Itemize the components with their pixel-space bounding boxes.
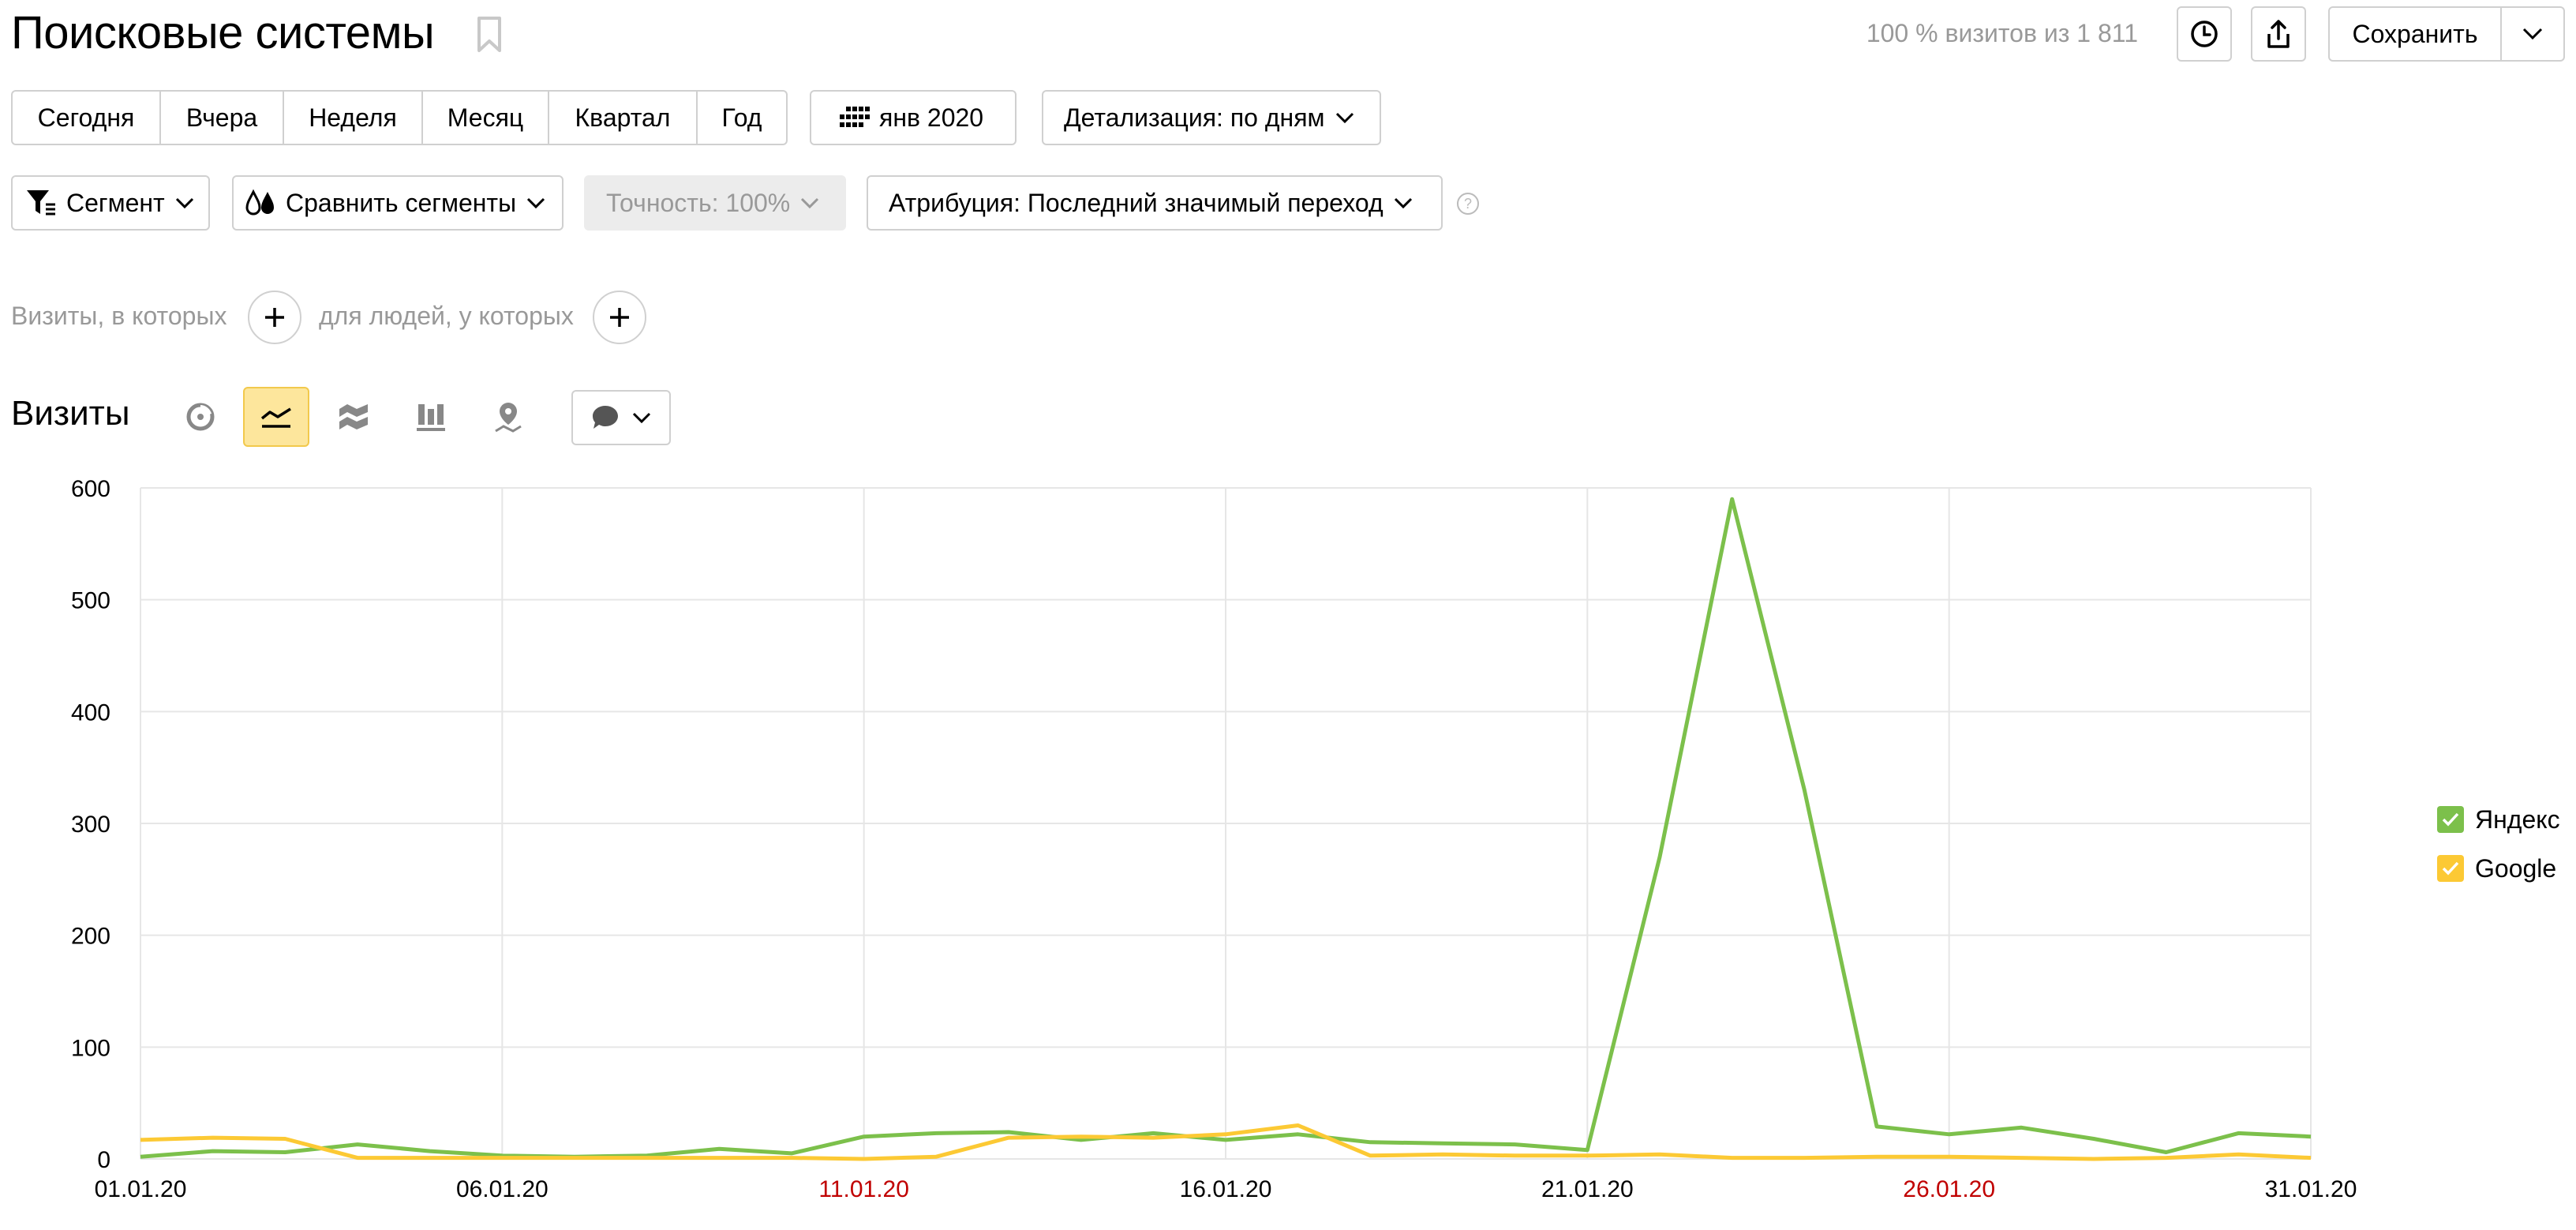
chevron-down-icon — [1394, 197, 1412, 209]
export-button[interactable] — [2251, 6, 2306, 62]
bar-chart-icon — [417, 404, 445, 431]
add-people-condition-button[interactable] — [593, 291, 646, 344]
period-presets: Сегодня Вчера Неделя Месяц Квартал Год — [11, 90, 788, 145]
notes-button[interactable] — [571, 390, 671, 445]
chevron-down-icon — [632, 412, 651, 424]
chart-type-bar[interactable] — [398, 387, 464, 447]
help-icon[interactable]: ? — [1457, 193, 1479, 215]
x-tick-label: 06.01.20 — [456, 1176, 549, 1202]
add-visit-condition-button[interactable] — [248, 291, 301, 344]
date-label: янв 2020 — [879, 103, 984, 132]
x-tick-label: 26.01.20 — [1903, 1176, 1995, 1202]
x-tick-label: 21.01.20 — [1541, 1176, 1634, 1202]
plus-icon — [610, 308, 629, 327]
detail-select[interactable]: Детализация: по дням — [1042, 90, 1381, 145]
y-tick-label: 500 — [71, 588, 110, 614]
x-tick-label: 31.01.20 — [2265, 1176, 2357, 1202]
legend-item-yandex[interactable]: Яндекс — [2437, 802, 2560, 837]
visits-filter-label: Визиты, в которых — [11, 302, 227, 330]
page-title: Поисковые системы — [11, 7, 435, 58]
chevron-down-icon — [801, 197, 819, 209]
drops-icon — [245, 189, 274, 216]
segment-label: Сегмент — [66, 188, 165, 217]
share-icon — [2267, 20, 2290, 48]
y-tick-label: 0 — [97, 1147, 110, 1173]
compare-segments-button[interactable]: Сравнить сегменты — [232, 175, 564, 231]
y-tick-label: 600 — [71, 476, 110, 502]
x-tick-label: 11.01.20 — [818, 1176, 909, 1202]
pie-chart-icon — [186, 403, 215, 431]
period-today[interactable]: Сегодня — [13, 92, 161, 144]
y-tick-label: 300 — [71, 812, 110, 838]
visits-info: 100 % визитов из 1 811 — [1866, 19, 2138, 47]
period-year[interactable]: Год — [698, 92, 786, 144]
x-tick-label: 01.01.20 — [95, 1176, 187, 1202]
save-button[interactable]: Сохранить — [2330, 8, 2502, 60]
checkbox-checked-icon[interactable] — [2437, 855, 2464, 882]
calendar-grid-icon — [840, 107, 870, 127]
chevron-down-icon — [527, 197, 545, 209]
plus-icon — [265, 308, 284, 327]
map-pin-icon — [495, 403, 522, 433]
chart-legend: Яндекс Google — [2437, 802, 2560, 900]
period-month[interactable]: Месяц — [423, 92, 549, 144]
area-chart-icon — [339, 404, 368, 429]
chevron-down-icon — [1335, 112, 1354, 124]
segment-button[interactable]: Сегмент — [11, 175, 210, 231]
history-button[interactable] — [2177, 6, 2232, 62]
legend-item-google[interactable]: Google — [2437, 851, 2560, 886]
chevron-down-icon — [175, 197, 193, 209]
legend-label: Яндекс — [2475, 804, 2560, 834]
y-tick-label: 100 — [71, 1035, 110, 1061]
chevron-down-icon — [2522, 28, 2543, 40]
y-tick-label: 400 — [71, 699, 110, 726]
save-button-group: Сохранить — [2328, 6, 2565, 62]
checkbox-checked-icon[interactable] — [2437, 806, 2464, 833]
attribution-label: Атрибуция: Последний значимый переход — [889, 188, 1383, 217]
bookmark-icon[interactable] — [476, 16, 503, 54]
y-tick-label: 200 — [71, 924, 110, 950]
chart-type-pie[interactable] — [167, 387, 234, 447]
line-chart-icon — [260, 407, 291, 428]
visits-line-chart: 0 100 200 300 400 500 600 01.01.20 06.01.20 11.01… — [71, 476, 2357, 1202]
attribution-select[interactable]: Атрибуция: Последний значимый переход — [867, 175, 1443, 231]
accuracy-select: Точность: 100% — [584, 175, 846, 231]
chart-type-map[interactable] — [475, 387, 541, 447]
clock-icon — [2191, 21, 2218, 47]
accuracy-label: Точность: 100% — [606, 188, 791, 217]
period-week[interactable]: Неделя — [284, 92, 423, 144]
chart-title: Визиты — [11, 394, 130, 433]
detail-label: Детализация: по дням — [1064, 103, 1325, 132]
legend-label: Google — [2475, 853, 2557, 883]
chart-type-area[interactable] — [320, 387, 387, 447]
x-tick-label: 16.01.20 — [1180, 1176, 1272, 1202]
date-picker-button[interactable]: янв 2020 — [810, 90, 1017, 145]
save-options-button[interactable] — [2502, 8, 2563, 60]
filter-icon — [27, 190, 55, 216]
people-filter-label: для людей, у которых — [319, 302, 574, 330]
period-quarter[interactable]: Квартал — [549, 92, 698, 144]
compare-label: Сравнить сегменты — [286, 188, 517, 217]
period-yesterday[interactable]: Вчера — [161, 92, 284, 144]
comment-icon — [593, 406, 618, 429]
chart-type-line[interactable] — [243, 387, 309, 447]
